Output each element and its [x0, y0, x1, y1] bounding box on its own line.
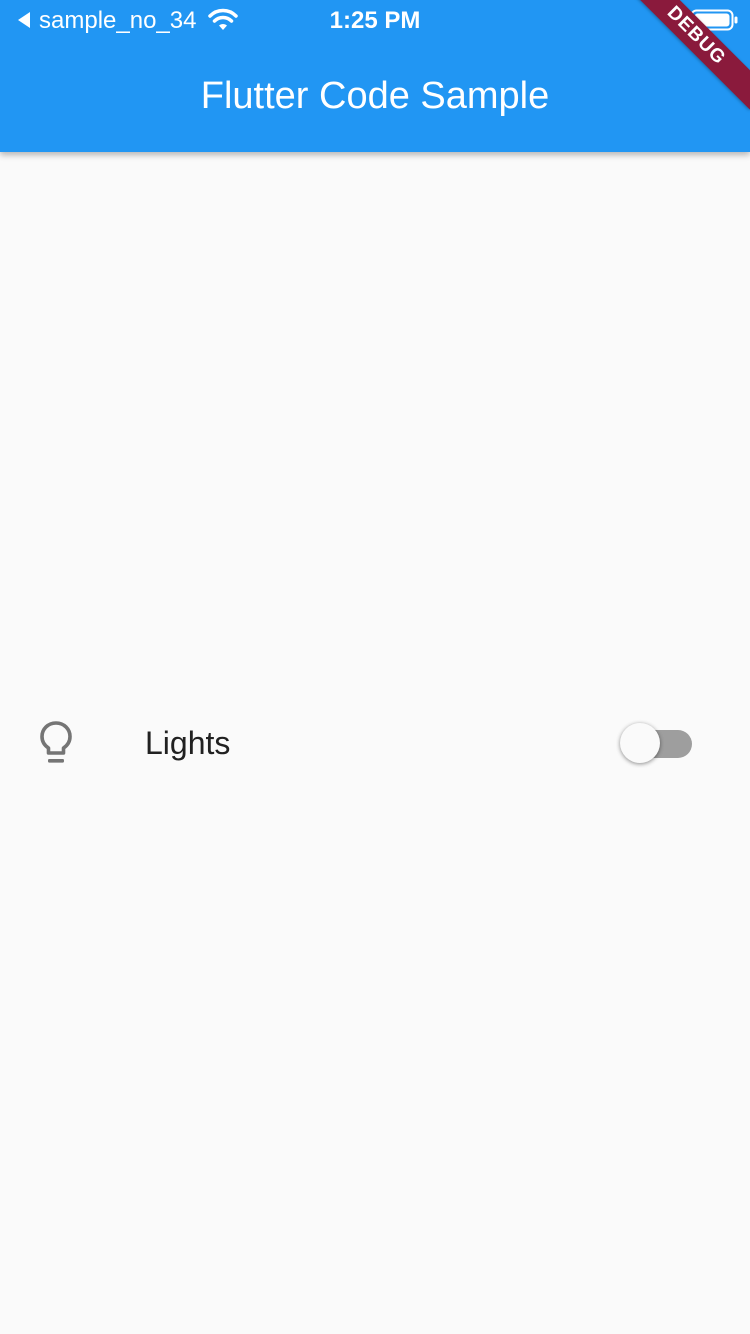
status-bar: sample_no_34 1:25 PM — [0, 0, 750, 40]
status-time: 1:25 PM — [329, 7, 421, 34]
app-bar: sample_no_34 1:25 PM Flutter Code Sample — [0, 0, 750, 152]
switch-thumb[interactable] — [620, 723, 660, 763]
tile-label: Lights — [145, 725, 231, 761]
page-title: Flutter Code Sample — [200, 75, 550, 117]
lights-switch[interactable] — [618, 720, 696, 766]
lights-list-tile[interactable]: Lights — [0, 700, 750, 786]
app-screen: sample_no_34 1:25 PM Flutter Code Sample… — [0, 0, 750, 1334]
lightbulb-outline-icon — [40, 721, 72, 763]
